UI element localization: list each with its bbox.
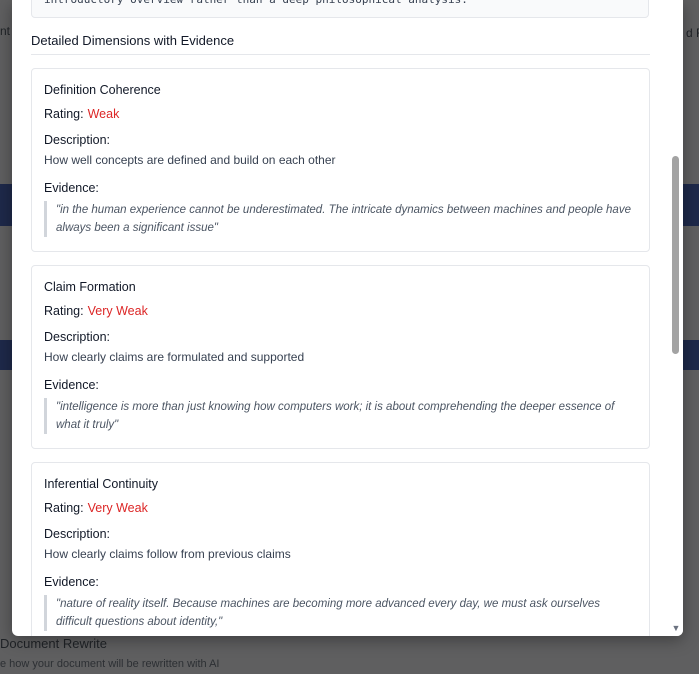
evidence-quote: "nature of reality itself. Because machi… [44,595,637,631]
section-title: Detailed Dimensions with Evidence [31,33,650,55]
rating-label: Rating: [44,107,84,121]
rating-value: Very Weak [87,304,148,318]
analysis-code-block: introductory overview rather than a deep… [31,0,649,18]
description-text: How well concepts are defined and build … [44,153,336,167]
evidence-quote: "in the human experience cannot be under… [44,201,637,237]
rating-row: Rating: Weak [44,107,637,121]
evidence-label: Evidence: [44,181,99,195]
description-text: How clearly claims are formulated and su… [44,350,305,364]
scrollbar-thumb[interactable] [672,156,679,354]
dimension-title: Inferential Continuity [44,477,158,491]
modal-scroll-content: introductory overview rather than a deep… [12,0,669,636]
rating-row: Rating: Very Weak [44,304,637,318]
evidence-label: Evidence: [44,575,99,589]
rating-value: Very Weak [87,501,148,515]
dimensions-modal: introductory overview rather than a deep… [12,0,683,636]
evidence-label: Evidence: [44,378,99,392]
scroll-down-arrow-icon[interactable]: ▼ [670,622,682,634]
dimension-title: Claim Formation [44,280,136,294]
description-label: Description: [44,330,110,344]
dimension-title: Definition Coherence [44,83,161,97]
dimension-card: Inferential Continuity Rating: Very Weak … [31,462,650,636]
dimension-card: Definition Coherence Rating: Weak Descrip… [31,68,650,252]
evidence-quote: "intelligence is more than just knowing … [44,398,637,434]
description-label: Description: [44,527,110,541]
rating-label: Rating: [44,501,84,515]
description-text: How clearly claims follow from previous … [44,547,291,561]
description-label: Description: [44,133,110,147]
rating-row: Rating: Very Weak [44,501,637,515]
rating-value: Weak [87,107,120,121]
dimension-card: Claim Formation Rating: Very Weak Descrip… [31,265,650,449]
rating-label: Rating: [44,304,84,318]
